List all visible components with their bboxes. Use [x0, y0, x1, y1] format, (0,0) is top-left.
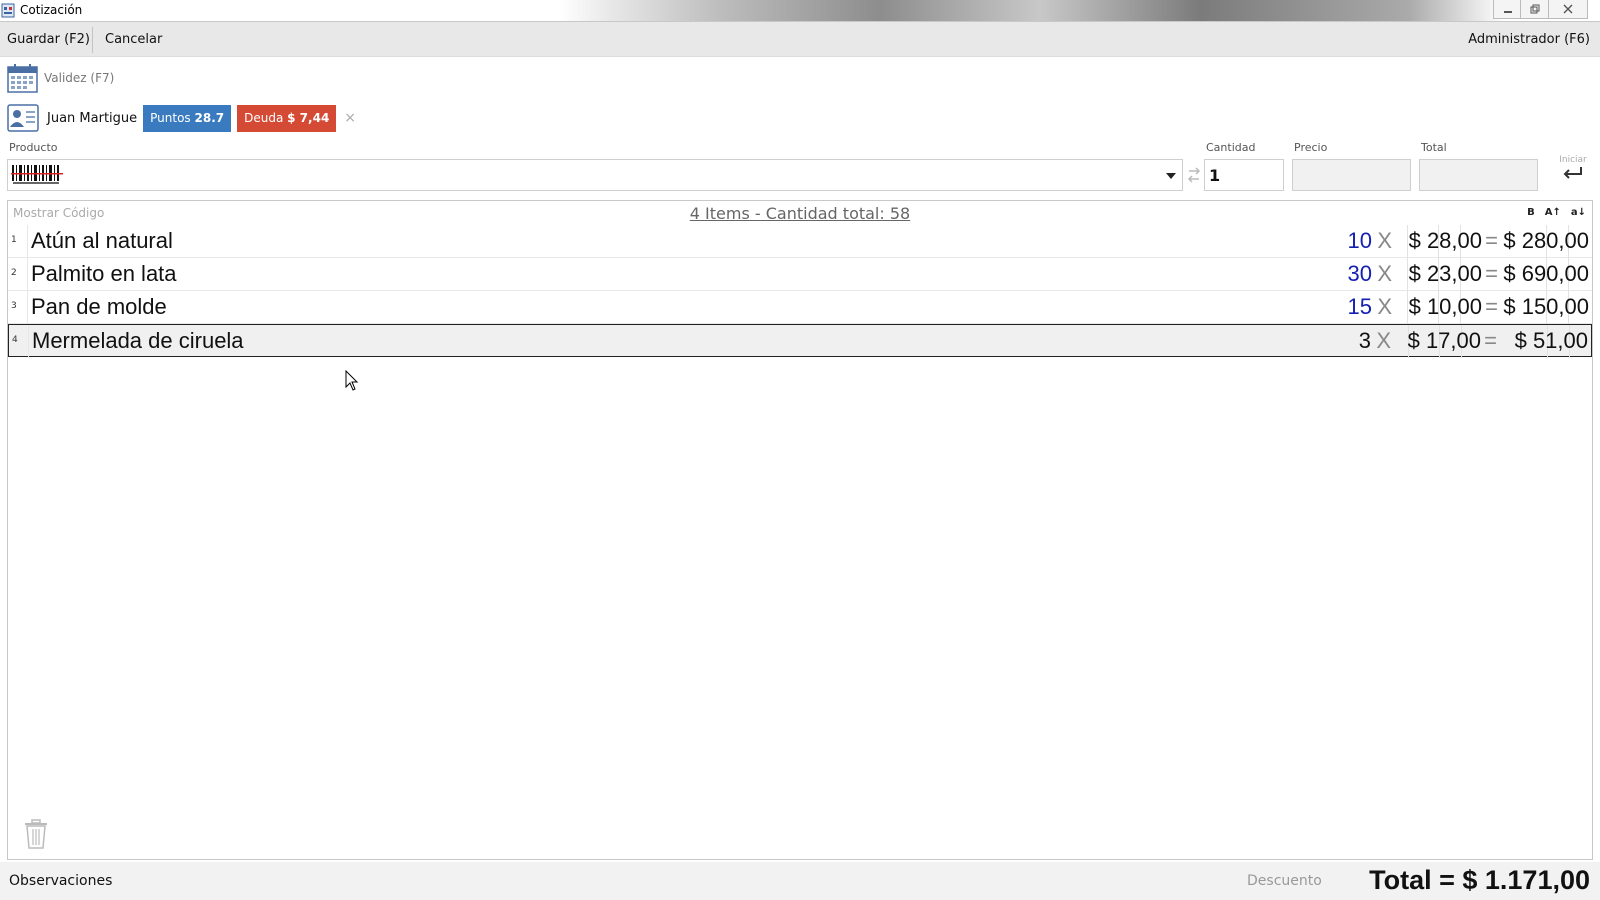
- items-list: Mostrar Código 4 Items - Cantidad total:…: [7, 200, 1593, 860]
- row-divider: [27, 291, 28, 324]
- bold-button[interactable]: B: [1527, 207, 1535, 218]
- restore-button[interactable]: [1520, 0, 1550, 19]
- customer-name[interactable]: Juan Martigue: [47, 111, 137, 126]
- validity-row[interactable]: Validez (F7): [7, 62, 114, 94]
- remove-customer-icon[interactable]: ×: [344, 110, 356, 126]
- title-bar: Cotización: [0, 0, 1600, 22]
- debt-value: $ 7,44: [287, 110, 330, 125]
- item-subtotal: $ 690,00: [1503, 261, 1589, 286]
- times-sign: X: [1377, 294, 1392, 319]
- product-search-input[interactable]: [7, 159, 1183, 191]
- close-button[interactable]: [1548, 0, 1588, 19]
- restore-icon: [1530, 4, 1540, 14]
- points-badge: Puntos 28.7: [143, 104, 232, 132]
- item-index: 3: [11, 301, 17, 311]
- row-divider: [28, 325, 29, 358]
- item-name: Atún al natural: [31, 228, 173, 253]
- validity-label: Validez (F7): [44, 71, 115, 85]
- toolbar-divider: [92, 27, 93, 53]
- price-input[interactable]: [1292, 159, 1411, 191]
- trash-icon[interactable]: [23, 818, 49, 850]
- item-quantity: 30: [1347, 261, 1372, 286]
- discount-button[interactable]: Descuento: [1247, 873, 1322, 889]
- close-icon: [1563, 4, 1573, 14]
- font-increase-button[interactable]: A↑: [1545, 207, 1561, 218]
- user-button[interactable]: Administrador (F6): [1461, 22, 1600, 57]
- format-buttons: B A↑ a↓: [1527, 207, 1586, 218]
- item-unit-price: $ 17,00: [1407, 328, 1481, 353]
- list-item[interactable]: 2 Palmito en lata 30 X $ 23,00 = $ 690,00: [8, 258, 1592, 291]
- equals-sign: =: [1484, 328, 1497, 353]
- item-quantity: 10: [1347, 228, 1372, 253]
- item-unit-price: $ 10,00: [1408, 294, 1482, 319]
- save-button[interactable]: Guardar (F2): [0, 22, 97, 57]
- times-sign: X: [1377, 228, 1392, 253]
- row-divider: [27, 258, 28, 291]
- window-title: Cotización: [20, 3, 83, 17]
- times-sign: X: [1376, 328, 1391, 353]
- grand-total: Total = $ 1.171,00: [1369, 865, 1590, 895]
- list-header: Mostrar Código 4 Items - Cantidad total:…: [8, 201, 1592, 225]
- total-input[interactable]: [1419, 159, 1538, 191]
- item-index: 1: [11, 235, 17, 245]
- debt-label: Deuda: [244, 110, 284, 125]
- toolbar: Guardar (F2) Cancelar Administrador (F6): [0, 22, 1600, 57]
- customer-card-icon[interactable]: [7, 104, 39, 132]
- item-name: Mermelada de ciruela: [32, 328, 244, 353]
- minimize-button[interactable]: [1493, 0, 1523, 19]
- chevron-down-icon[interactable]: [1166, 173, 1176, 179]
- font-decrease-button[interactable]: a↓: [1571, 207, 1586, 218]
- times-sign: X: [1377, 261, 1392, 286]
- swap-icon[interactable]: [1187, 163, 1201, 187]
- notes-button[interactable]: Observaciones: [9, 873, 112, 889]
- item-subtotal: $ 280,00: [1503, 228, 1589, 253]
- item-unit-price: $ 23,00: [1408, 261, 1482, 286]
- quantity-input[interactable]: 1: [1204, 159, 1284, 191]
- row-divider: [27, 225, 28, 258]
- calendar-icon: [7, 64, 38, 93]
- start-button[interactable]: Iniciar: [1553, 155, 1593, 184]
- debt-badge: Deuda $ 7,44: [237, 104, 337, 132]
- item-index: 4: [12, 335, 18, 345]
- footer-bar: Observaciones Descuento Total = $ 1.171,…: [0, 862, 1600, 900]
- mouse-cursor-icon: [345, 370, 359, 391]
- app-icon: [1, 3, 15, 18]
- item-subtotal: $ 150,00: [1503, 294, 1589, 319]
- item-name: Pan de molde: [31, 294, 167, 319]
- barcode-icon: [11, 165, 63, 184]
- items-summary[interactable]: 4 Items - Cantidad total: 58: [8, 204, 1592, 223]
- price-label: Precio: [1294, 141, 1328, 154]
- total-label: Total: [1421, 141, 1447, 154]
- item-index: 2: [11, 268, 17, 278]
- item-subtotal: $ 51,00: [1514, 328, 1588, 353]
- list-item[interactable]: 3 Pan de molde 15 X $ 10,00 = $ 150,00: [8, 291, 1592, 324]
- item-unit-price: $ 28,00: [1408, 228, 1482, 253]
- equals-sign: =: [1485, 261, 1498, 286]
- enter-icon: [1563, 167, 1582, 179]
- points-label: Puntos: [150, 110, 191, 125]
- item-quantity: 15: [1347, 294, 1372, 319]
- equals-sign: =: [1485, 228, 1498, 253]
- customer-row: Juan Martigue Puntos 28.7 Deuda $ 7,44 ×: [7, 102, 356, 134]
- items-rows: 1 Atún al natural 10 X $ 28,00 = $ 280,00 2 Palm…: [8, 225, 1592, 358]
- item-name: Palmito en lata: [31, 261, 177, 286]
- cancel-button[interactable]: Cancelar: [98, 22, 169, 57]
- points-value: 28.7: [194, 110, 225, 125]
- minimize-icon: [1504, 11, 1512, 13]
- list-item[interactable]: 4 Mermelada de ciruela 3 X $ 17,00 = $ 51,00: [8, 324, 1592, 358]
- equals-sign: =: [1485, 294, 1498, 319]
- start-label: Iniciar: [1559, 155, 1587, 165]
- item-quantity: 3: [1358, 328, 1371, 353]
- list-item[interactable]: 1 Atún al natural 10 X $ 28,00 = $ 280,00: [8, 225, 1592, 258]
- product-label: Producto: [9, 141, 58, 154]
- quantity-label: Cantidad: [1206, 141, 1256, 154]
